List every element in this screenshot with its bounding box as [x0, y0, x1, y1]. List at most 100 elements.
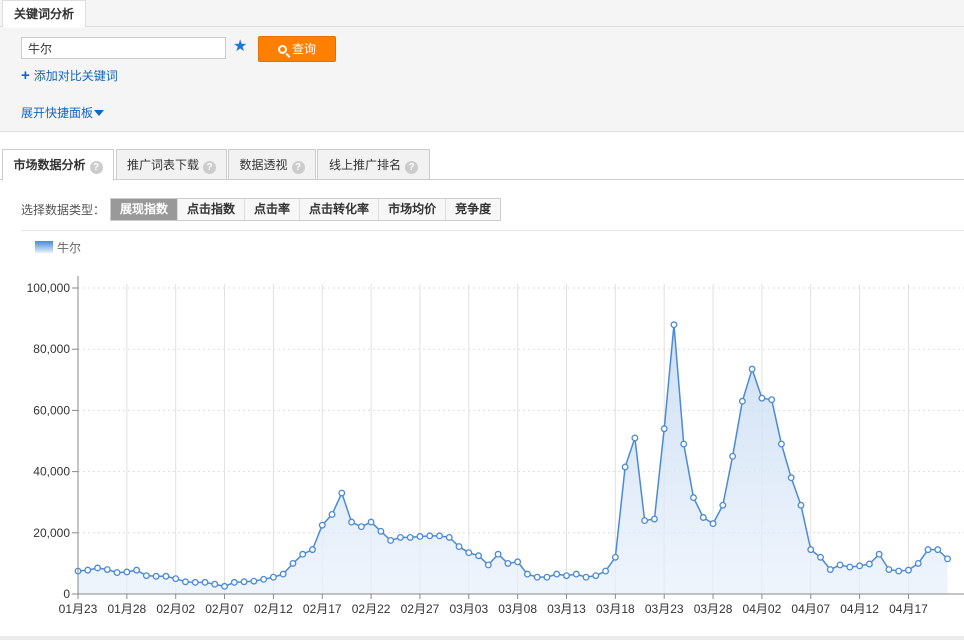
data-point[interactable] [455, 543, 463, 551]
tab-data-pivot[interactable]: 数据透视? [228, 149, 316, 180]
data-point[interactable] [387, 537, 395, 544]
data-point[interactable] [357, 523, 365, 531]
data-point[interactable] [416, 533, 424, 540]
data-point[interactable] [260, 575, 268, 583]
star-icon[interactable]: ★ [233, 39, 249, 55]
data-point[interactable] [865, 560, 873, 568]
data-point[interactable] [699, 514, 707, 521]
data-point[interactable] [84, 566, 92, 574]
data-point[interactable] [572, 570, 580, 578]
data-point[interactable] [768, 396, 776, 404]
data-point[interactable] [221, 582, 228, 590]
data-point[interactable] [846, 563, 854, 571]
data-point[interactable] [885, 566, 893, 573]
tab-online-promotion-rank[interactable]: 线上推广排名? [317, 149, 430, 180]
data-point[interactable] [582, 573, 590, 581]
data-point[interactable] [426, 532, 434, 540]
data-type-conversion-rate[interactable]: 点击转化率 [299, 199, 379, 220]
chart-legend[interactable]: 牛尔 [35, 240, 81, 255]
data-point[interactable] [514, 558, 522, 566]
data-point[interactable] [875, 550, 883, 558]
data-point[interactable] [172, 575, 180, 583]
keyword-search-input[interactable] [21, 37, 226, 59]
data-point[interactable] [807, 546, 815, 554]
data-point[interactable] [670, 321, 678, 329]
data-point[interactable] [523, 570, 531, 578]
data-point[interactable] [123, 568, 131, 576]
data-point[interactable] [269, 573, 277, 581]
data-type-avg-price[interactable]: 市场均价 [378, 199, 446, 220]
tab-keyword-list-download[interactable]: 推广词表下载? [116, 149, 227, 180]
data-point[interactable] [113, 569, 121, 577]
data-point[interactable] [944, 555, 951, 563]
data-point[interactable] [289, 559, 297, 567]
data-point[interactable] [406, 533, 414, 541]
data-point[interactable] [787, 474, 795, 482]
data-point[interactable] [348, 518, 356, 526]
data-point[interactable] [377, 527, 385, 535]
data-point[interactable] [162, 572, 170, 580]
data-point[interactable] [826, 566, 834, 573]
data-type-ctr[interactable]: 点击率 [244, 199, 300, 220]
data-point[interactable] [709, 520, 717, 528]
data-point[interactable] [133, 566, 141, 574]
data-point[interactable] [211, 580, 219, 588]
data-point[interactable] [748, 365, 756, 373]
data-point[interactable] [338, 489, 346, 497]
data-point[interactable] [895, 567, 903, 575]
data-point[interactable] [396, 533, 404, 541]
data-point[interactable] [182, 578, 189, 586]
expand-shortcut-panel-link[interactable]: 展开快捷面板 [21, 105, 105, 121]
data-point[interactable] [797, 501, 805, 509]
tab-keyword-analysis[interactable]: 关键词分析 [2, 0, 86, 28]
data-type-click-index[interactable]: 点击指数 [177, 199, 245, 220]
data-point[interactable] [436, 532, 443, 540]
data-point[interactable] [152, 572, 160, 580]
data-point[interactable] [914, 559, 922, 567]
data-point[interactable] [934, 546, 942, 554]
data-point[interactable] [905, 566, 912, 574]
data-point[interactable] [475, 552, 483, 560]
data-point[interactable] [777, 440, 785, 448]
help-icon[interactable]: ? [203, 161, 216, 174]
data-point[interactable] [680, 440, 688, 448]
data-point[interactable] [240, 578, 248, 586]
data-point[interactable] [445, 533, 453, 541]
data-point[interactable] [817, 553, 824, 561]
data-point[interactable] [318, 521, 326, 529]
data-point[interactable] [533, 573, 541, 581]
data-point[interactable] [299, 550, 307, 558]
data-point[interactable] [494, 550, 502, 558]
data-point[interactable] [924, 546, 932, 554]
query-button[interactable]: 查询 [258, 36, 336, 62]
data-point[interactable] [611, 553, 619, 561]
help-icon[interactable]: ? [291, 161, 305, 174]
data-point[interactable] [484, 561, 492, 569]
tab-market-data-analysis[interactable]: 市场数据分析? [2, 149, 114, 181]
data-point[interactable] [250, 577, 258, 585]
data-point[interactable] [738, 397, 746, 405]
data-point[interactable] [690, 494, 697, 502]
data-point[interactable] [758, 394, 766, 402]
add-compare-keyword-link[interactable]: + 添加对比关键词 [21, 68, 118, 84]
data-point[interactable] [328, 510, 336, 518]
data-point[interactable] [103, 566, 111, 573]
data-point[interactable] [504, 559, 512, 567]
data-type-impression-index[interactable]: 展现指数 [111, 199, 178, 220]
data-point[interactable] [279, 570, 287, 578]
data-point[interactable] [553, 570, 561, 578]
data-point[interactable] [602, 567, 610, 575]
data-point[interactable] [650, 515, 658, 523]
data-point[interactable] [641, 517, 649, 525]
help-icon[interactable]: ? [405, 161, 418, 174]
help-icon[interactable]: ? [89, 161, 103, 174]
data-point[interactable] [367, 518, 375, 526]
data-point[interactable] [563, 572, 570, 580]
data-point[interactable] [660, 425, 668, 433]
data-type-competition[interactable]: 竞争度 [445, 199, 501, 220]
data-point[interactable] [719, 501, 727, 509]
data-point[interactable] [621, 463, 629, 471]
data-point[interactable] [309, 546, 316, 554]
data-point[interactable] [94, 564, 101, 572]
data-point[interactable] [230, 578, 238, 586]
